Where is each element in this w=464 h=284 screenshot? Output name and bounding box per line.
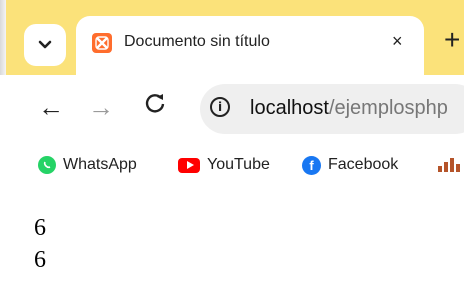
page-content <box>0 187 464 284</box>
bookmark-partial-icon[interactable] <box>438 158 460 172</box>
bookmark-label: WhatsApp <box>63 156 137 173</box>
xampp-icon <box>92 33 112 53</box>
chevron-down-icon <box>38 40 52 49</box>
tab-title: Documento sin título <box>124 33 270 50</box>
url-host: localhost <box>250 97 329 119</box>
output-line: 6 <box>34 215 46 241</box>
url-path: /ejemplosphp <box>328 97 448 119</box>
xampp-glyph <box>95 36 109 50</box>
facebook-icon: f <box>302 155 321 175</box>
info-icon[interactable]: i <box>210 97 230 117</box>
output-line: 6 <box>34 247 46 273</box>
whatsapp-icon <box>38 156 56 174</box>
tab-close-icon[interactable]: × <box>392 31 403 52</box>
bookmark-facebook[interactable]: f Facebook <box>302 155 398 175</box>
bookmark-whatsapp[interactable]: WhatsApp <box>38 155 137 175</box>
bookmark-label: YouTube <box>207 156 270 173</box>
reload-button[interactable] <box>144 92 166 118</box>
forward-button[interactable]: → <box>88 94 114 120</box>
back-button[interactable]: ← <box>38 94 64 120</box>
tab-search-button[interactable] <box>24 24 66 66</box>
new-tab-button[interactable]: + <box>444 26 460 54</box>
youtube-icon <box>178 157 200 173</box>
bookmark-youtube[interactable]: YouTube <box>178 155 270 175</box>
url-text[interactable]: localhost/ejemplosphp <box>250 97 448 120</box>
reload-icon <box>145 94 165 113</box>
bookmark-label: Facebook <box>328 156 399 173</box>
